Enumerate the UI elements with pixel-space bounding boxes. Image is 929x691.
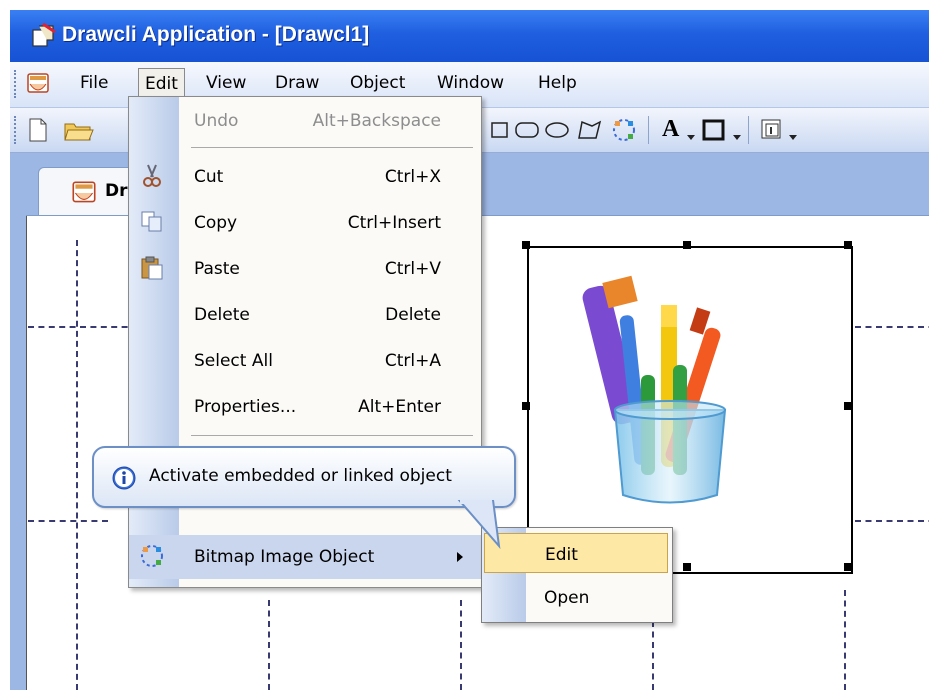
tooltip-text: Activate embedded or linked object <box>149 466 452 486</box>
page-guide-line <box>76 240 78 690</box>
page-guide-line <box>28 520 108 522</box>
menu-item-shortcut: Delete <box>385 305 441 325</box>
ellipse-tool-icon[interactable] <box>544 120 570 145</box>
menu-item-select-all[interactable]: Select All Ctrl+A <box>129 339 481 383</box>
page-guide-line <box>855 520 929 522</box>
menu-item-label: Undo <box>194 111 239 131</box>
page-guide-line <box>460 600 462 690</box>
submenu-item-label: Open <box>544 588 590 608</box>
text-tool-icon[interactable]: A <box>662 116 679 143</box>
menu-item-properties[interactable]: Properties... Alt+Enter <box>129 385 481 429</box>
submenu-item-open[interactable]: Open <box>484 577 668 617</box>
menu-item-label: Cut <box>194 167 224 187</box>
paste-icon <box>139 255 165 281</box>
insert-object-icon[interactable] <box>611 117 637 148</box>
line-color-icon[interactable] <box>702 118 726 147</box>
menu-separator <box>191 147 473 148</box>
menu-item-label: Copy <box>194 213 238 233</box>
object-properties-icon[interactable] <box>760 118 784 147</box>
menu-file[interactable]: File <box>80 73 108 93</box>
polygon-tool-icon[interactable] <box>576 118 602 147</box>
resize-handle-top-right[interactable] <box>844 241 852 249</box>
menu-item-label: Select All <box>194 351 273 371</box>
submenu-item-edit[interactable]: Edit <box>484 533 668 573</box>
resize-handle-top[interactable] <box>683 241 691 249</box>
menu-item-shortcut: Ctrl+V <box>384 259 441 279</box>
text-tool-dropdown-icon[interactable] <box>686 126 696 146</box>
menu-window[interactable]: Window <box>437 73 504 93</box>
submenu-item-label: Edit <box>545 545 578 565</box>
menu-item-shortcut: Ctrl+X <box>384 167 441 187</box>
resize-handle-left[interactable] <box>522 402 530 410</box>
toolbar-separator-2 <box>748 116 749 144</box>
tooltip-balloon: Activate embedded or linked object <box>92 446 516 508</box>
resize-handle-bottom[interactable] <box>683 563 691 571</box>
menu-help[interactable]: Help <box>538 73 577 93</box>
resize-handle-bottom-right[interactable] <box>844 563 852 571</box>
document-menu-icon[interactable] <box>24 70 52 98</box>
page-guide-line <box>844 590 846 690</box>
menu-item-label: Bitmap Image Object <box>194 547 375 567</box>
cut-icon <box>139 163 165 189</box>
new-document-icon[interactable] <box>28 118 48 147</box>
rounded-rectangle-tool-icon[interactable] <box>514 120 540 145</box>
info-icon <box>112 466 136 490</box>
menubar-grip[interactable] <box>14 70 20 98</box>
title-bar[interactable]: Drawcli Application - [Drawcl1] <box>10 10 929 62</box>
menu-draw[interactable]: Draw <box>275 73 319 93</box>
edit-menu-dropdown: Undo Alt+Backspace Cut Ctrl+X Copy Ctrl+… <box>128 96 482 588</box>
drawcli-app-icon <box>30 22 58 50</box>
document-icon <box>69 178 99 208</box>
menu-item-shortcut: Alt+Enter <box>358 397 441 417</box>
page-guide-line <box>28 326 138 328</box>
menu-item-shortcut: Alt+Backspace <box>312 111 441 131</box>
ole-object-icon <box>139 543 165 569</box>
menu-view[interactable]: View <box>206 73 246 93</box>
line-color-dropdown-icon[interactable] <box>732 126 742 146</box>
menu-object[interactable]: Object <box>350 73 405 93</box>
menu-separator <box>191 435 473 436</box>
rectangle-tool-icon[interactable] <box>491 120 509 145</box>
menu-item-cut[interactable]: Cut Ctrl+X <box>129 155 481 199</box>
window-title: Drawcli Application - [Drawcl1] <box>62 23 370 46</box>
menu-item-paste[interactable]: Paste Ctrl+V <box>129 247 481 291</box>
page-guide-line <box>855 326 929 328</box>
menu-item-bitmap-image-object[interactable]: Bitmap Image Object <box>129 535 481 579</box>
submenu-arrow-icon <box>457 552 463 562</box>
open-folder-icon[interactable] <box>64 118 94 147</box>
menu-item-delete[interactable]: Delete Delete <box>129 293 481 337</box>
toolbar-separator <box>648 116 649 144</box>
menu-item-copy[interactable]: Copy Ctrl+Insert <box>129 201 481 245</box>
menu-item-shortcut: Ctrl+A <box>384 351 441 371</box>
menu-item-label: Paste <box>194 259 240 279</box>
resize-handle-top-left[interactable] <box>522 241 530 249</box>
menu-item-undo[interactable]: Undo Alt+Backspace <box>129 99 481 143</box>
page-edge <box>26 216 27 690</box>
menu-item-label: Properties... <box>194 397 297 417</box>
copy-icon <box>139 209 165 235</box>
menu-item-shortcut: Ctrl+Insert <box>347 213 441 233</box>
page-guide-line <box>268 600 270 690</box>
menu-item-label: Delete <box>194 305 250 325</box>
resize-handle-right[interactable] <box>844 402 852 410</box>
tooltip-pointer <box>457 500 501 550</box>
object-dropdown-icon[interactable] <box>788 126 798 146</box>
paint-brushes-image <box>582 275 727 504</box>
canvas-frame <box>10 215 26 690</box>
bitmap-object-submenu: Edit Open <box>481 527 673 623</box>
toolbar-grip[interactable] <box>14 116 20 144</box>
